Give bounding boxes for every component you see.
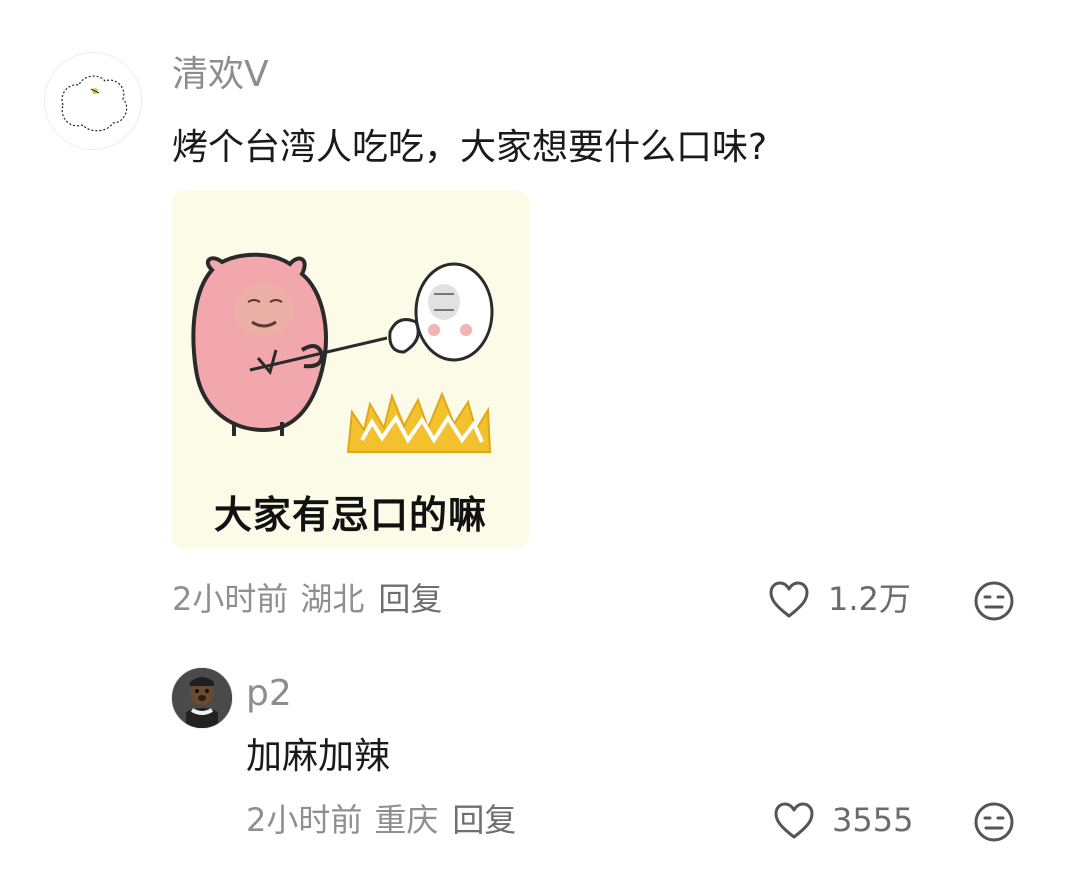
reply-time: 2小时前: [246, 801, 363, 839]
heart-outline-icon[interactable]: [773, 801, 815, 841]
reply-meta: 2小时前 重庆 回复: [246, 804, 516, 836]
commenter-avatar[interactable]: [44, 52, 142, 150]
reply-like-count: 3555: [832, 801, 914, 839]
heart-outline-icon[interactable]: [768, 580, 810, 620]
reply-location: 重庆: [374, 801, 439, 839]
commenter-username[interactable]: 清欢V: [172, 57, 269, 93]
comment-like-count: 1.2万: [828, 580, 911, 618]
reply-text: 加麻加辣: [246, 736, 391, 777]
meme-caption: 大家有忌口的嘛: [213, 493, 487, 537]
comment-time: 2小时前: [172, 580, 289, 618]
comment-reply-button[interactable]: 回复: [378, 580, 442, 618]
reply-username[interactable]: p2: [246, 676, 292, 712]
comment-location: 湖北: [300, 580, 365, 618]
reply-reply-button[interactable]: 回复: [452, 801, 516, 839]
meh-face-icon[interactable]: [973, 580, 1015, 622]
meh-face-icon[interactable]: [973, 801, 1015, 843]
comment-meme-image[interactable]: 大家有忌口的嘛: [172, 190, 529, 549]
comment-text: 烤个台湾人吃吃，大家想要什么口味?: [172, 127, 768, 168]
reply-avatar[interactable]: [171, 667, 233, 729]
comment-meta: 2小时前 湖北 回复: [172, 583, 442, 615]
